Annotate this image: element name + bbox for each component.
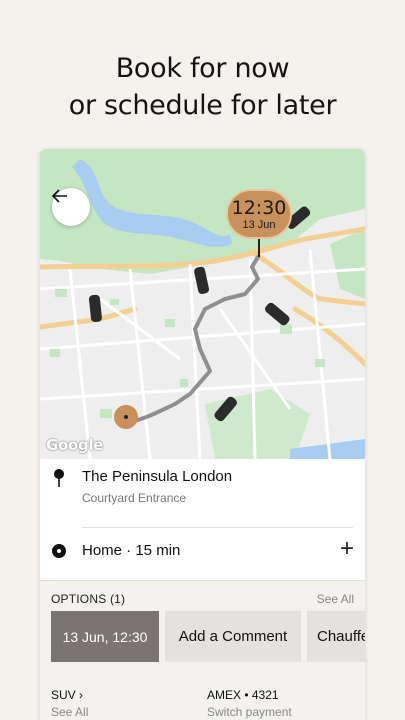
chip-schedule-time[interactable]: 13 Jun, 12:30	[51, 611, 159, 662]
location-pin-icon	[54, 469, 64, 487]
vehicle-label: SUV	[51, 688, 76, 702]
home-row[interactable]: Home · 15 min +	[40, 528, 365, 580]
headline-line-2: or schedule for later	[68, 90, 337, 121]
home-label: Home · 15 min	[82, 542, 181, 559]
destination-row[interactable]: The Peninsula London Courtyard Entrance	[40, 459, 365, 527]
destination-title: The Peninsula London	[82, 468, 233, 485]
pickup-date: 13 Jun	[242, 219, 276, 231]
home-dot-icon	[52, 544, 66, 558]
app-screen: 12:30 13 Jun Google The Peninsula London…	[40, 149, 365, 720]
destination-subtitle: Courtyard Entrance	[82, 491, 187, 505]
vehicle-see-all-link[interactable]: See All	[51, 705, 88, 719]
google-attribution: Google	[46, 436, 104, 454]
pickup-pin-stem	[258, 239, 260, 257]
payment-method[interactable]: AMEX • 4321	[207, 688, 279, 702]
arrow-left-icon	[52, 189, 67, 203]
options-see-all-link[interactable]: See All	[317, 592, 354, 606]
vehicle-selector[interactable]: SUV ›	[51, 688, 83, 702]
chip-chauffeur[interactable]: Chauffeur	[307, 611, 365, 662]
back-button[interactable]	[52, 188, 90, 226]
map-view[interactable]: 12:30 13 Jun Google	[40, 149, 365, 459]
headline-line-1: Book for now	[115, 53, 290, 84]
pickup-time: 12:30	[231, 197, 287, 219]
options-panel: OPTIONS (1) See All 13 Jun, 12:30 Add a …	[40, 580, 365, 720]
map-graphic	[40, 149, 365, 459]
chevron-right-icon: ›	[79, 688, 84, 702]
options-header: OPTIONS (1)	[51, 592, 126, 606]
headline: Book for now or schedule for later	[0, 50, 405, 124]
pickup-time-bubble[interactable]: 12:30 13 Jun	[226, 189, 292, 239]
switch-payment-link[interactable]: Switch payment	[207, 705, 292, 719]
chip-add-comment[interactable]: Add a Comment	[165, 611, 301, 662]
plus-icon[interactable]: +	[340, 536, 354, 562]
